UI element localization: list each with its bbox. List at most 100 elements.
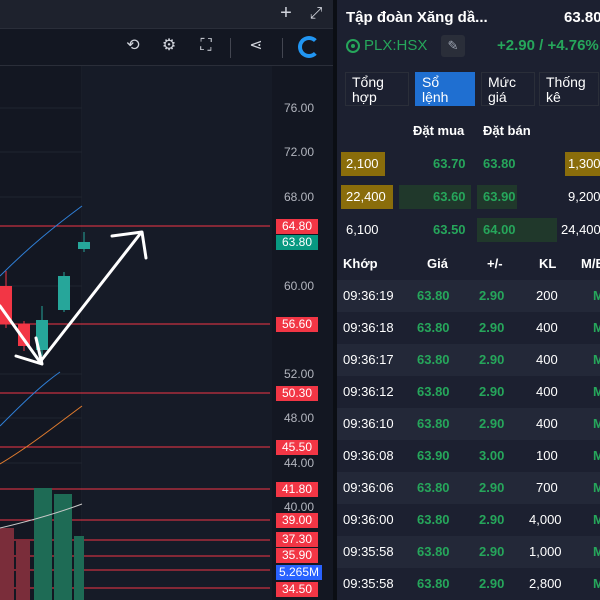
trade-time: 09:35:58 — [343, 544, 394, 559]
trade-change: 2.90 — [479, 384, 505, 399]
trade-price: 63.80 — [417, 384, 450, 399]
buy-price: 63.50 — [433, 222, 466, 237]
sell-price: 63.90 — [483, 189, 516, 204]
volume-bar — [16, 540, 30, 600]
trade-volume: 100 — [536, 448, 558, 463]
tab-summary[interactable]: Tổng hợp — [345, 72, 409, 106]
expand-icon[interactable]: ⤢ — [306, 6, 326, 26]
trade-price: 63.80 — [417, 352, 450, 367]
ticker-symbol[interactable]: PLX:HSX — [364, 37, 427, 54]
trade-row[interactable]: 09:36:10 63.80 2.90 400 M — [337, 408, 600, 440]
tab-label: lệnh — [422, 89, 449, 105]
trade-price: 63.80 — [417, 320, 450, 335]
tab-bar: Tổng hợp Sổ lệnh Mức giá Thống kê — [345, 72, 600, 106]
trade-volume: 2,800 — [529, 576, 562, 591]
orderbook-row[interactable]: 22,400 63.60 63.90 9,200 — [337, 181, 600, 213]
trade-row[interactable]: 09:35:58 63.80 2.90 1,000 M — [337, 536, 600, 568]
buy-volume: 2,100 — [346, 156, 379, 171]
stock-header: Tập đoàn Xăng dầ... 63.80 PLX:HSX ✎ +2.9… — [337, 0, 600, 66]
edit-icon[interactable]: ✎ — [441, 35, 465, 57]
trade-volume: 700 — [536, 480, 558, 495]
trade-price: 63.80 — [417, 288, 450, 303]
price-tick: 76.00 — [284, 101, 315, 115]
price-tick: 60.00 — [284, 279, 315, 293]
trade-side: M — [593, 512, 600, 527]
price-label: 35.90 — [276, 548, 318, 563]
trade-price: 63.80 — [417, 416, 450, 431]
settings-icon[interactable]: ⚙ — [159, 38, 179, 58]
logo-icon[interactable] — [298, 36, 320, 58]
trade-change: 3.00 — [479, 448, 505, 463]
price-label: 34.50 — [276, 582, 318, 597]
trade-price: 63.80 — [417, 544, 450, 559]
trade-row[interactable]: 09:36:18 63.80 2.90 400 M — [337, 312, 600, 344]
price-tick: 40.00 — [284, 500, 315, 514]
tab-label: Tổng — [352, 74, 384, 90]
price-label: 41.80 — [276, 482, 318, 497]
price-label: 64.80 — [276, 219, 318, 234]
trade-row[interactable]: 09:36:12 63.80 2.90 400 M — [337, 376, 600, 408]
trade-row[interactable]: 09:36:06 63.80 2.90 700 M — [337, 472, 600, 504]
tab-label: Sổ — [422, 74, 440, 90]
trade-change: 2.90 — [479, 320, 505, 335]
trade-row[interactable]: 09:36:08 63.90 3.00 100 M — [337, 440, 600, 472]
toolbar-separator — [282, 38, 283, 58]
company-name: Tập đoàn Xăng dầ... — [346, 9, 488, 26]
tab-label: Mức — [488, 74, 517, 90]
price-axis[interactable]: 76.00 72.00 68.00 60.00 52.00 48.00 44.0… — [270, 66, 333, 600]
trade-row[interactable]: 09:36:17 63.80 2.90 400 M — [337, 344, 600, 376]
col-time: Khớp — [343, 256, 378, 271]
trade-volume: 400 — [536, 352, 558, 367]
chart-top-bar: + ⤢ — [0, 0, 333, 28]
orderbook-row[interactable]: 6,100 63.50 64.00 24,400 — [337, 214, 600, 246]
chart-panel[interactable]: + ⤢ ⟲ ⚙ ⛶ ⋖ 76.00 72.00 68.00 60.00 52.0… — [0, 0, 333, 600]
orderbook-row[interactable]: 2,100 63.70 63.80 1,300 — [337, 148, 600, 180]
trades-header: Khớp Giá +/- KL M/B — [337, 248, 600, 280]
tab-label: kê — [546, 89, 561, 105]
replay-icon[interactable]: ⟲ — [123, 38, 143, 58]
trade-row[interactable]: 09:36:19 63.80 2.90 200 M — [337, 280, 600, 312]
buy-volume: 6,100 — [346, 222, 379, 237]
trade-change: 2.90 — [479, 576, 505, 591]
fullscreen-icon[interactable]: ⛶ — [196, 38, 216, 58]
trade-volume: 400 — [536, 384, 558, 399]
trade-row[interactable]: 09:35:58 63.80 2.90 2,800 M — [337, 568, 600, 600]
trade-price: 63.80 — [417, 480, 450, 495]
sell-volume: 1,300 — [568, 156, 600, 171]
trade-row[interactable]: 09:36:00 63.80 2.90 4,000 M — [337, 504, 600, 536]
trade-side: M — [593, 352, 600, 367]
tab-orderbook[interactable]: Sổ lệnh — [415, 72, 475, 106]
price-tick: 72.00 — [284, 145, 315, 159]
buy-volume: 22,400 — [346, 189, 386, 204]
plus-icon[interactable]: + — [276, 3, 296, 25]
price-tick: 68.00 — [284, 190, 315, 204]
tab-statistics[interactable]: Thống kê — [539, 72, 599, 106]
trade-time: 09:36:10 — [343, 416, 394, 431]
orderbook-header: Đặt mua Đặt bán — [337, 116, 600, 146]
trade-side: M — [593, 320, 600, 335]
share-icon[interactable]: ⋖ — [246, 38, 266, 58]
sell-header: Đặt bán — [483, 123, 531, 138]
trade-volume: 4,000 — [529, 512, 562, 527]
trade-price: 63.80 — [417, 576, 450, 591]
current-price: 63.80 — [564, 9, 600, 26]
candle — [78, 242, 90, 249]
volume-bar — [0, 528, 14, 600]
price-label: 45.50 — [276, 440, 318, 455]
trade-change: 2.90 — [479, 416, 505, 431]
trade-change: 2.90 — [479, 288, 505, 303]
price-label: 56.60 — [276, 317, 318, 332]
buy-price: 63.70 — [433, 156, 466, 171]
price-label: 39.00 — [276, 513, 318, 528]
volume-bar — [74, 536, 84, 600]
exchange-icon — [346, 39, 360, 53]
trade-price: 63.90 — [417, 448, 450, 463]
price-label: 50.30 — [276, 386, 318, 401]
volume-bar — [34, 488, 52, 600]
trade-side: M — [593, 448, 600, 463]
tab-price-levels[interactable]: Mức giá — [481, 72, 535, 106]
trade-time: 09:36:17 — [343, 352, 394, 367]
tab-label: giá — [488, 89, 507, 105]
trade-change: 2.90 — [479, 512, 505, 527]
volume-bar — [54, 494, 72, 600]
